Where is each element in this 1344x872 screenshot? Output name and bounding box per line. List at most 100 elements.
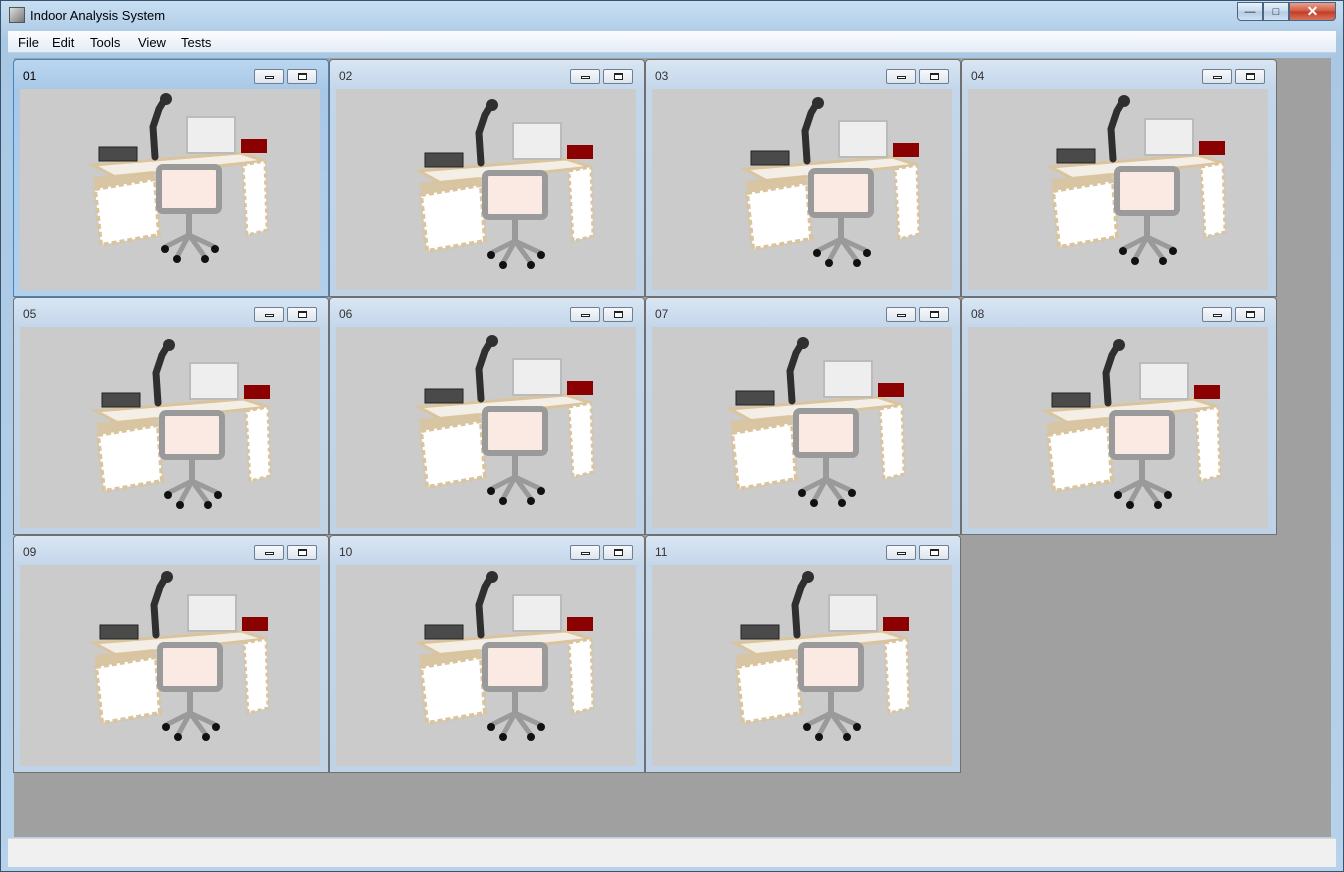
- point-cloud-viewport[interactable]: [652, 327, 952, 528]
- subwindow-02[interactable]: 02: [329, 59, 645, 297]
- subwindow-maximize-button[interactable]: [1235, 307, 1265, 322]
- menu-edit[interactable]: Edit: [50, 35, 76, 50]
- subwindow-minimize-button[interactable]: [570, 545, 600, 560]
- subwindow-minimize-button[interactable]: [254, 307, 284, 322]
- subwindow-11[interactable]: 11: [645, 535, 961, 773]
- menu-view[interactable]: View: [136, 35, 168, 50]
- subwindow-minimize-button[interactable]: [254, 69, 284, 84]
- subwindow-04[interactable]: 04: [961, 59, 1277, 297]
- chair-wheel: [161, 245, 169, 253]
- red-object: [878, 383, 904, 397]
- chair-back: [798, 642, 864, 692]
- subwindow-title: 10: [339, 545, 353, 559]
- chair-base: [164, 710, 218, 737]
- chair-wheel: [813, 249, 821, 257]
- subwindow-maximize-button[interactable]: [919, 69, 949, 84]
- drawer-cabinet: [95, 422, 165, 494]
- chair-back: [157, 642, 223, 692]
- menu-file[interactable]: File: [16, 35, 41, 50]
- chair-wheel: [487, 487, 495, 495]
- subwindow-title: 04: [971, 69, 985, 83]
- subwindow-title: 03: [655, 69, 669, 83]
- drawer-cabinet: [93, 654, 163, 726]
- red-object: [893, 143, 919, 157]
- monitor: [187, 594, 237, 632]
- window-close-button[interactable]: ✕: [1289, 2, 1336, 21]
- menu-tools[interactable]: Tools: [88, 35, 122, 50]
- subwindow-maximize-button[interactable]: [603, 69, 633, 84]
- point-cloud-viewport[interactable]: [968, 327, 1268, 528]
- keyboard-box: [735, 390, 775, 406]
- subwindow-minimize-button[interactable]: [1202, 307, 1232, 322]
- maximize-icon: [614, 311, 623, 318]
- chair-base: [1121, 234, 1175, 261]
- menu-tests[interactable]: Tests: [179, 35, 213, 50]
- subwindow-07[interactable]: 07: [645, 297, 961, 535]
- chair-wheel: [853, 259, 861, 267]
- window-minimize-button[interactable]: —: [1237, 2, 1263, 21]
- side-cabinet: [241, 159, 269, 237]
- red-object: [242, 617, 268, 631]
- subwindow-minimize-button[interactable]: [570, 307, 600, 322]
- chair-base: [166, 478, 220, 505]
- desk-lamp: [1107, 97, 1127, 163]
- maximize-icon: [930, 549, 939, 556]
- desk-lamp: [801, 99, 821, 165]
- desk-lamp: [786, 339, 806, 405]
- monitor: [838, 120, 888, 158]
- subwindow-03[interactable]: 03: [645, 59, 961, 297]
- lamp-head: [812, 97, 824, 109]
- subwindow-01[interactable]: 01: [13, 59, 329, 297]
- point-cloud-viewport[interactable]: [20, 327, 320, 528]
- subwindow-05[interactable]: 05: [13, 297, 329, 535]
- chair-back: [808, 168, 874, 218]
- desk-lamp: [475, 101, 495, 167]
- point-cloud-viewport[interactable]: [968, 89, 1268, 290]
- chair-wheel: [527, 261, 535, 269]
- subwindow-minimize-button[interactable]: [570, 69, 600, 84]
- subwindow-maximize-button[interactable]: [1235, 69, 1265, 84]
- drawer-cabinet: [418, 418, 488, 490]
- chair-wheel: [214, 491, 222, 499]
- chair-wheel: [201, 255, 209, 263]
- subwindow-maximize-button[interactable]: [603, 545, 633, 560]
- subwindow-minimize-button[interactable]: [886, 69, 916, 84]
- point-cloud-viewport[interactable]: [652, 89, 952, 290]
- subwindow-minimize-button[interactable]: [1202, 69, 1232, 84]
- monitor: [828, 594, 878, 632]
- subwindow-minimize-button[interactable]: [254, 545, 284, 560]
- desk-lamp: [1102, 341, 1122, 407]
- point-cloud-viewport[interactable]: [336, 89, 636, 290]
- subwindow-maximize-button[interactable]: [919, 545, 949, 560]
- point-cloud-viewport[interactable]: [336, 327, 636, 528]
- title-bar[interactable]: Indoor Analysis System — □ ✕: [1, 1, 1343, 31]
- point-cloud-viewport[interactable]: [652, 565, 952, 766]
- subwindow-minimize-button[interactable]: [886, 307, 916, 322]
- subwindow-minimize-button[interactable]: [886, 545, 916, 560]
- red-object: [883, 617, 909, 631]
- subwindow-title: 01: [23, 69, 37, 83]
- chair-wheel: [211, 245, 219, 253]
- subwindow-10[interactable]: 10: [329, 535, 645, 773]
- window-maximize-button[interactable]: □: [1263, 2, 1289, 21]
- subwindow-title: 08: [971, 307, 985, 321]
- subwindow-maximize-button[interactable]: [603, 307, 633, 322]
- chair-wheel: [798, 489, 806, 497]
- red-object: [1194, 385, 1220, 399]
- subwindow-08[interactable]: 08: [961, 297, 1277, 535]
- subwindow-maximize-button[interactable]: [287, 69, 317, 84]
- point-cloud-viewport[interactable]: [336, 565, 636, 766]
- point-cloud-viewport[interactable]: [20, 89, 320, 290]
- subwindow-maximize-button[interactable]: [919, 307, 949, 322]
- drawer-cabinet: [418, 654, 488, 726]
- subwindow-06[interactable]: 06: [329, 297, 645, 535]
- monitor: [512, 594, 562, 632]
- subwindow-maximize-button[interactable]: [287, 307, 317, 322]
- red-object: [567, 381, 593, 395]
- point-cloud-viewport[interactable]: [20, 565, 320, 766]
- chair-wheel: [1164, 491, 1172, 499]
- subwindow-09[interactable]: 09: [13, 535, 329, 773]
- keyboard-box: [424, 388, 464, 404]
- subwindow-maximize-button[interactable]: [287, 545, 317, 560]
- maximize-icon: [614, 73, 623, 80]
